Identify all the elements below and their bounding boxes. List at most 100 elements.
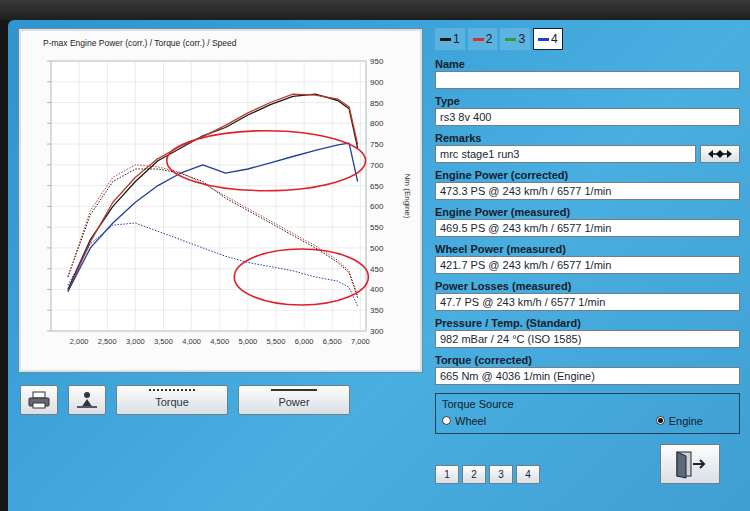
field-row: 47.7 PS @ 243 km/h / 6577 1/min: [435, 293, 740, 311]
y-tick-label: 500: [370, 244, 384, 253]
field-value[interactable]: [435, 71, 740, 89]
curve-tab[interactable]: 1: [435, 28, 465, 50]
number-button[interactable]: 4: [516, 465, 540, 484]
field-value[interactable]: 473.3 PS @ 243 km/h / 6577 1/min: [435, 182, 740, 200]
field-label: Pressure / Temp. (Standard): [435, 317, 740, 330]
field-row: rs3 8v 400: [435, 108, 740, 126]
radio-option[interactable]: Wheel: [442, 413, 486, 430]
field-value[interactable]: mrc stage1 run3: [435, 145, 696, 163]
field-row: 469.5 PS @ 243 km/h / 6577 1/min: [435, 219, 740, 237]
grid-line: [107, 61, 108, 331]
series-group: [68, 143, 358, 291]
bottom-controls: 1234: [435, 444, 740, 484]
grid-line: [163, 61, 164, 331]
curve-tab[interactable]: 4: [533, 28, 563, 50]
field-label: Wheel Power (measured): [435, 243, 740, 256]
curve-number-buttons: 1234: [435, 465, 540, 484]
number-button[interactable]: 1: [435, 465, 459, 484]
field: Pressure / Temp. (Standard)982 mBar / 24…: [435, 317, 740, 352]
color-swatch: [505, 38, 516, 41]
curve-tab[interactable]: 3: [500, 28, 530, 50]
axis-tick: [47, 61, 51, 62]
curve-tab[interactable]: 2: [468, 28, 498, 50]
exit-door-icon: [673, 449, 707, 479]
field-value[interactable]: 469.5 PS @ 243 km/h / 6577 1/min: [435, 219, 740, 237]
power-curve: [68, 94, 358, 291]
annotation-ring: [234, 249, 368, 305]
x-tick-label: 2,500: [98, 337, 117, 346]
grid-line: [51, 310, 366, 311]
grid-line: [51, 206, 366, 207]
torque-curve: [68, 165, 358, 296]
grid-line: [219, 61, 220, 331]
grid-line: [51, 268, 366, 269]
toolbar: Torque Power: [18, 381, 423, 419]
torque-button[interactable]: Torque: [116, 385, 228, 415]
axis-tick: [47, 123, 51, 124]
radio-button[interactable]: [442, 416, 451, 425]
grid-line: [304, 61, 305, 331]
torque-source-group: Torque SourceWheelEngine: [435, 393, 740, 434]
field: Engine Power (corrected)473.3 PS @ 243 k…: [435, 169, 740, 204]
field-value[interactable]: 421.7 PS @ 243 km/h / 6577 1/min: [435, 256, 740, 274]
field: Wheel Power (measured)421.7 PS @ 243 km/…: [435, 243, 740, 278]
print-button[interactable]: [20, 385, 58, 415]
axis-tick: [47, 81, 51, 82]
y-tick-label: 850: [370, 99, 384, 108]
grid-line: [51, 61, 366, 62]
x-tick-label: 4,000: [182, 337, 201, 346]
axis-tick: [47, 310, 51, 311]
x-tick-label: 7,000: [351, 337, 370, 346]
grid-line: [135, 61, 136, 331]
chart-panel: P-max Engine Power (corr.) / Torque (cor…: [18, 28, 423, 373]
y-tick-label: 600: [370, 202, 384, 211]
x-tick-label: 3,500: [154, 337, 173, 346]
tab-label: 2: [486, 30, 493, 48]
tab-label: 4: [551, 30, 558, 48]
x-tick-label: 6,500: [323, 337, 342, 346]
color-swatch: [538, 38, 549, 41]
x-tick-label: 5,500: [267, 337, 286, 346]
grid-line: [51, 331, 366, 332]
number-button[interactable]: 3: [489, 465, 513, 484]
grid-line: [51, 144, 366, 145]
field-value[interactable]: 982 mBar / 24 °C (ISO 1585): [435, 330, 740, 348]
color-swatch: [473, 38, 484, 41]
x-tick-label: 5,000: [238, 337, 257, 346]
button-label: Power: [278, 394, 309, 411]
y-tick-label: 700: [370, 161, 384, 170]
grid-line: [79, 61, 80, 331]
field-row: 473.3 PS @ 243 km/h / 6577 1/min: [435, 182, 740, 200]
monitor-bezel: [0, 0, 750, 20]
exit-button[interactable]: [660, 444, 720, 484]
field-value[interactable]: 47.7 PS @ 243 km/h / 6577 1/min: [435, 293, 740, 311]
power-button[interactable]: Power: [238, 385, 350, 415]
field-value[interactable]: rs3 8v 400: [435, 108, 740, 126]
app-window: P-max Engine Power (corr.) / Torque (cor…: [8, 20, 750, 511]
y-tick-label: 350: [370, 306, 384, 315]
radio-button[interactable]: [656, 416, 665, 425]
axis-tick: [47, 185, 51, 186]
y-tick-label: 400: [370, 285, 384, 294]
swap-button[interactable]: [700, 145, 740, 163]
series-group: [68, 223, 358, 306]
grid-line: [191, 61, 192, 331]
x-tick-label: 4,500: [210, 337, 229, 346]
y-tick-label: 650: [370, 182, 384, 191]
number-button[interactable]: 2: [462, 465, 486, 484]
dyno-button[interactable]: [68, 385, 106, 415]
axis-title: Nm (Engine): [403, 174, 412, 219]
chart-column: P-max Engine Power (corr.) / Torque (cor…: [18, 28, 423, 505]
y-tick-label: 750: [370, 140, 384, 149]
power-curve: [68, 143, 358, 291]
x-tick-label: 2,000: [70, 337, 89, 346]
field-value[interactable]: 665 Nm @ 4036 1/min (Engine): [435, 367, 740, 385]
field: Power Losses (measured)47.7 PS @ 243 km/…: [435, 280, 740, 315]
grid-line: [51, 81, 366, 82]
y-tick-label: 900: [370, 78, 384, 87]
radio-dot: [658, 418, 663, 423]
radio-option[interactable]: Engine: [656, 413, 703, 430]
axis-tick: [47, 164, 51, 165]
curve-tabs: 1 23 4: [435, 28, 740, 50]
grid-line: [51, 164, 366, 165]
